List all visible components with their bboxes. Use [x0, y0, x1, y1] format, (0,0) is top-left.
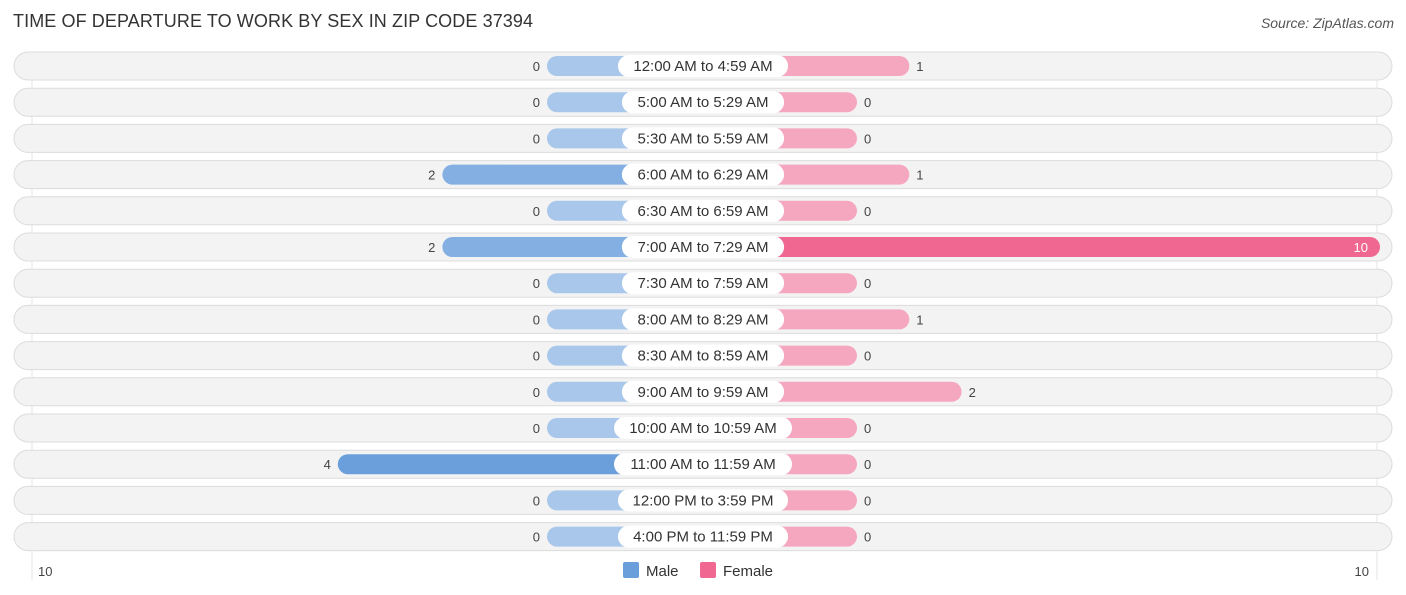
female-value-label: 0 — [864, 530, 871, 545]
category-label: 4:00 PM to 11:59 PM — [633, 529, 773, 546]
category-label: 8:30 AM to 8:59 AM — [638, 348, 769, 365]
female-value-label: 0 — [864, 349, 871, 364]
female-bar — [702, 237, 1380, 257]
legend-swatch-female — [700, 562, 716, 578]
female-value-label: 0 — [864, 457, 871, 472]
male-value-label: 0 — [533, 276, 540, 291]
male-value-label: 0 — [533, 95, 540, 110]
category-label: 7:30 AM to 7:59 AM — [638, 275, 769, 292]
axis-label-left: 10 — [38, 564, 52, 579]
female-value-label: 1 — [916, 168, 923, 183]
legend-swatch-male — [623, 562, 639, 578]
female-value-label: 1 — [916, 59, 923, 74]
male-value-label: 0 — [533, 421, 540, 436]
male-value-label: 0 — [533, 385, 540, 400]
male-value-label: 0 — [533, 59, 540, 74]
category-label: 8:00 AM to 8:29 AM — [638, 311, 769, 328]
category-label: 9:00 AM to 9:59 AM — [638, 384, 769, 401]
category-label: 10:00 AM to 10:59 AM — [629, 420, 777, 437]
category-label: 11:00 AM to 11:59 AM — [630, 456, 775, 473]
male-value-label: 2 — [428, 240, 435, 255]
female-value-label: 0 — [864, 131, 871, 146]
female-value-label: 0 — [864, 204, 871, 219]
category-label: 12:00 AM to 4:59 AM — [633, 58, 772, 75]
female-value-label: 1 — [916, 312, 923, 327]
male-value-label: 0 — [533, 204, 540, 219]
male-value-label: 0 — [533, 131, 540, 146]
male-value-label: 0 — [533, 312, 540, 327]
male-value-label: 0 — [533, 530, 540, 545]
axis-label-right: 10 — [1355, 564, 1369, 579]
category-label: 7:00 AM to 7:29 AM — [638, 239, 769, 256]
female-value-label: 0 — [864, 95, 871, 110]
category-label: 6:00 AM to 6:29 AM — [638, 167, 769, 184]
female-value-label: 0 — [864, 276, 871, 291]
chart: 12:00 AM to 4:59 AM 0 1 5:00 AM to 5:29 AM 0… — [13, 51, 1393, 580]
category-label: 5:00 AM to 5:29 AM — [638, 94, 769, 111]
male-value-label: 0 — [533, 493, 540, 508]
category-label: 5:30 AM to 5:59 AM — [638, 130, 769, 147]
category-label: 12:00 PM to 3:59 PM — [633, 492, 774, 509]
female-value-label: 2 — [969, 385, 976, 400]
female-value-label: 10 — [1354, 240, 1368, 255]
female-value-label: 0 — [864, 421, 871, 436]
legend-label-male: Male — [646, 563, 679, 580]
female-value-label: 0 — [864, 493, 871, 508]
male-value-label: 4 — [324, 457, 331, 472]
category-label: 6:30 AM to 6:59 AM — [638, 203, 769, 220]
male-value-label: 2 — [428, 168, 435, 183]
male-value-label: 0 — [533, 349, 540, 364]
legend-label-female: Female — [723, 563, 773, 580]
